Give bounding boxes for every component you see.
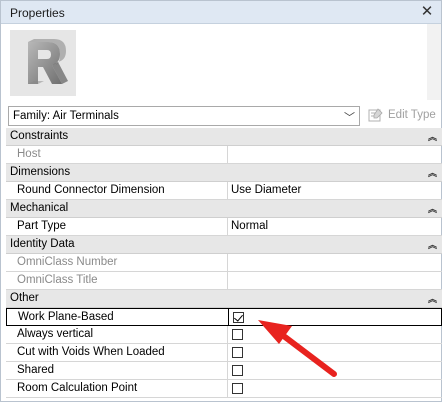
close-icon[interactable]: ✕ bbox=[419, 3, 435, 21]
column-divider bbox=[227, 218, 228, 235]
param-name: Cut with Voids When Loaded bbox=[17, 346, 165, 358]
collapse-icon[interactable]: ︽ bbox=[428, 292, 437, 305]
column-divider bbox=[227, 272, 228, 289]
column-divider bbox=[227, 182, 228, 199]
param-row-room-calc-point: Room Calculation Point bbox=[6, 380, 442, 398]
palette-title: Properties bbox=[10, 6, 65, 20]
param-name: Round Connector Dimension bbox=[17, 184, 165, 196]
properties-grid: Constraints ︽ Host Dimensions ︽ Round Co… bbox=[6, 128, 442, 400]
preview-scrollbar[interactable] bbox=[427, 24, 441, 100]
cut-with-voids-checkbox[interactable] bbox=[232, 347, 243, 358]
group-label: Dimensions bbox=[10, 166, 71, 178]
edit-type-label: Edit Type bbox=[388, 109, 436, 121]
column-divider bbox=[227, 254, 228, 271]
param-name: OmniClass Title bbox=[17, 274, 98, 286]
group-dimensions[interactable]: Dimensions ︽ bbox=[6, 164, 442, 182]
param-row-omniclass-number: OmniClass Number bbox=[6, 254, 442, 272]
column-divider bbox=[227, 380, 228, 397]
group-label: Other bbox=[10, 292, 39, 304]
group-label: Constraints bbox=[10, 130, 69, 142]
column-divider bbox=[227, 344, 228, 361]
collapse-icon[interactable]: ︽ bbox=[428, 130, 437, 143]
param-name: Room Calculation Point bbox=[17, 382, 138, 394]
active-cell bbox=[228, 309, 443, 325]
always-vertical-checkbox[interactable] bbox=[232, 329, 243, 340]
param-value[interactable]: Use Diameter bbox=[231, 184, 301, 196]
type-preview bbox=[1, 24, 441, 100]
param-row-host: Host bbox=[6, 146, 442, 164]
collapse-icon[interactable]: ︽ bbox=[428, 238, 437, 251]
param-name: Host bbox=[17, 148, 41, 160]
group-mechanical[interactable]: Mechanical ︽ bbox=[6, 200, 442, 218]
group-constraints[interactable]: Constraints ︽ bbox=[6, 128, 442, 146]
shared-checkbox[interactable] bbox=[232, 365, 243, 376]
param-row-round-connector: Round Connector Dimension Use Diameter bbox=[6, 182, 442, 200]
type-selector-dropdown[interactable]: Family: Air Terminals ﹀ bbox=[8, 106, 360, 126]
column-divider bbox=[227, 326, 228, 343]
room-calc-point-checkbox[interactable] bbox=[232, 383, 243, 394]
collapse-icon[interactable]: ︽ bbox=[428, 166, 437, 179]
param-row-shared: Shared bbox=[6, 362, 442, 380]
param-name: OmniClass Number bbox=[17, 256, 118, 268]
type-selector-row: Family: Air Terminals ﹀ Edit Type bbox=[1, 103, 441, 129]
group-label: Mechanical bbox=[10, 202, 69, 214]
param-row-omniclass-title: OmniClass Title bbox=[6, 272, 442, 290]
param-row-cut-with-voids: Cut with Voids When Loaded bbox=[6, 344, 442, 362]
param-name: Shared bbox=[17, 364, 55, 376]
revit-logo-icon bbox=[10, 30, 76, 96]
work-plane-based-checkbox[interactable] bbox=[233, 312, 244, 323]
column-divider bbox=[227, 362, 228, 379]
column-divider bbox=[227, 146, 228, 163]
param-name: Always vertical bbox=[17, 328, 94, 340]
edit-type-button[interactable]: Edit Type bbox=[367, 106, 439, 126]
group-identity-data[interactable]: Identity Data ︽ bbox=[6, 236, 442, 254]
param-value[interactable]: Normal bbox=[231, 220, 268, 232]
properties-palette: Properties ✕ Family: Air Terminals ﹀ Edi… bbox=[0, 0, 442, 402]
title-bar[interactable]: Properties ✕ bbox=[1, 1, 441, 24]
param-row-work-plane-based: Work Plane-Based bbox=[6, 308, 442, 326]
group-other[interactable]: Other ︽ bbox=[6, 290, 442, 308]
param-name: Work Plane-Based bbox=[18, 311, 114, 323]
type-selector-value: Family: Air Terminals bbox=[13, 110, 119, 122]
param-row-always-vertical: Always vertical bbox=[6, 326, 442, 344]
param-row-part-type: Part Type Normal bbox=[6, 218, 442, 236]
chevron-down-icon: ﹀ bbox=[344, 112, 355, 124]
edit-type-icon bbox=[368, 108, 383, 122]
collapse-icon[interactable]: ︽ bbox=[428, 202, 437, 215]
group-label: Identity Data bbox=[10, 238, 75, 250]
param-name: Part Type bbox=[17, 220, 67, 232]
